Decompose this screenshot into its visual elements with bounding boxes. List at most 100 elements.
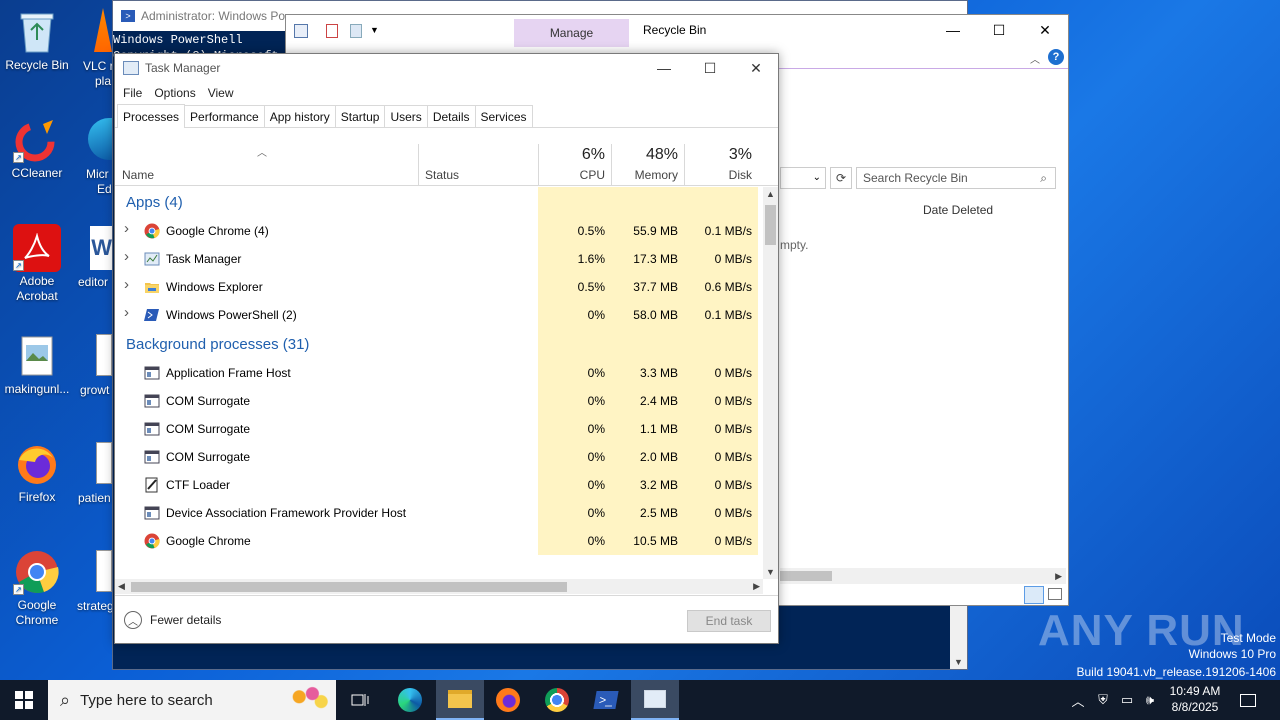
menu-file[interactable]: File <box>117 86 148 100</box>
process-name: Windows PowerShell (2) <box>166 308 297 322</box>
image-file-icon[interactable] <box>96 334 112 376</box>
chevron-right-icon[interactable]: › <box>124 220 129 237</box>
process-list[interactable]: Apps (4) 0.5% 55.9 MB 0.1 MB/s › Google Chrom… <box>115 187 763 579</box>
action-center-button[interactable] <box>1236 680 1260 720</box>
tray-security-icon[interactable]: ⛨ <box>1092 680 1114 720</box>
details-view-icon[interactable] <box>1024 586 1044 604</box>
properties-icon[interactable] <box>294 24 308 38</box>
process-row[interactable]: 0% 10.5 MB 0 MB/s Google Chrome <box>115 527 763 555</box>
chevron-right-icon[interactable]: › <box>124 276 129 293</box>
start-button[interactable] <box>0 680 48 720</box>
column-header-name[interactable]: ︿ Name <box>115 144 418 186</box>
column-date-deleted[interactable]: Date Deleted <box>923 203 993 217</box>
word-doc-icon[interactable]: W <box>90 226 112 270</box>
process-row[interactable]: 0% 2.0 MB 0 MB/s COM Surrogate <box>115 443 763 471</box>
explorer-hscroll[interactable]: ▶ <box>780 568 1066 584</box>
tray-volume-icon[interactable]: 🕪 <box>1140 680 1160 720</box>
refresh-button[interactable]: ⟳ <box>830 167 852 189</box>
menu-view[interactable]: View <box>202 86 240 100</box>
maximize-button[interactable]: ☐ <box>687 54 733 82</box>
process-row[interactable]: 1.6% 17.3 MB 0 MB/s › Task Manager <box>115 245 763 273</box>
process-row[interactable]: 0% 1.1 MB 0 MB/s COM Surrogate <box>115 415 763 443</box>
show-hidden-icons-button[interactable]: ︿ <box>1068 680 1088 720</box>
column-header-memory[interactable]: 48% Memory <box>611 144 684 186</box>
column-header-disk[interactable]: 3% Disk <box>684 144 758 186</box>
scroll-down-icon[interactable]: ▼ <box>766 567 775 577</box>
taskbar-chrome[interactable] <box>533 680 581 720</box>
process-row[interactable]: 0% 3.3 MB 0 MB/s Application Frame Host <box>115 359 763 387</box>
image-file-icon[interactable] <box>96 442 112 484</box>
process-list-vscroll[interactable]: ▲ ▼ <box>763 187 778 579</box>
process-disk-value: 0 MB/s <box>714 422 752 436</box>
minimize-button[interactable]: — <box>930 15 976 45</box>
explorer-title: Recycle Bin <box>643 23 707 37</box>
checklist-icon[interactable] <box>326 24 338 38</box>
process-row[interactable]: 0% 2.4 MB 0 MB/s COM Surrogate <box>115 387 763 415</box>
desktop-icon-firefox[interactable]: Firefox <box>0 440 74 505</box>
desktop-icon-adobe-acrobat[interactable]: ↗ Adobe Acrobat <box>0 224 74 304</box>
column-header-status[interactable]: Status <box>418 144 538 186</box>
tab-services[interactable]: Services <box>474 105 533 127</box>
taskbar-edge[interactable] <box>386 680 434 720</box>
taskbar-task-manager[interactable] <box>631 680 679 720</box>
desktop-icon-ccleaner[interactable]: ↗ CCleaner <box>0 116 74 181</box>
taskbar-clock[interactable]: 10:49 AM 8/8/2025 <box>1158 683 1232 715</box>
desktop-icon-google-chrome[interactable]: ↗ Google Chrome <box>0 548 74 628</box>
chevron-down-icon[interactable]: ▼ <box>370 25 379 35</box>
fewer-details-button[interactable]: ︿ Fewer details <box>124 611 221 629</box>
minimize-button[interactable]: — <box>641 54 687 82</box>
new-folder-icon[interactable] <box>350 24 362 38</box>
chevron-right-icon[interactable]: › <box>124 304 129 321</box>
desktop-icon-image-file[interactable]: makingunl... <box>0 332 74 397</box>
desktop-icon-recycle-bin[interactable]: Recycle Bin <box>0 8 74 73</box>
process-list-hscroll[interactable]: ◀ ▶ <box>115 579 763 594</box>
scroll-left-icon[interactable]: ◀ <box>118 581 125 592</box>
process-row[interactable]: 0% 2.5 MB 0 MB/s Device Association Framewo… <box>115 499 763 527</box>
chevron-up-icon[interactable]: ︿ <box>1030 51 1040 66</box>
desktop-icon-label: Adobe Acrobat <box>16 274 58 303</box>
address-dropdown[interactable]: ⌄ <box>780 167 826 189</box>
tab-app-history[interactable]: App history <box>263 105 336 127</box>
scroll-right-icon[interactable]: ▶ <box>1055 571 1062 582</box>
task-view-button[interactable] <box>336 680 384 720</box>
help-icon[interactable]: ? <box>1048 49 1064 65</box>
tab-users[interactable]: Users <box>384 105 428 127</box>
process-row[interactable]: 0.5% 55.9 MB 0.1 MB/s › Google Chrome (4) <box>115 217 763 245</box>
taskbar-firefox[interactable] <box>484 680 532 720</box>
process-disk-value: 0 MB/s <box>714 394 752 408</box>
taskbar-search-box[interactable]: ⌕ Type here to search <box>48 680 336 720</box>
tab-startup[interactable]: Startup <box>334 105 386 127</box>
tab-performance[interactable]: Performance <box>184 105 265 127</box>
scroll-down-icon[interactable]: ▼ <box>954 657 963 667</box>
taskbar-file-explorer[interactable] <box>436 680 484 720</box>
close-button[interactable]: ✕ <box>733 54 779 82</box>
task-manager-window[interactable]: Task Manager — ☐ ✕ File Options View Pro… <box>114 53 779 644</box>
tab-manage[interactable]: Manage <box>514 19 629 47</box>
group-header-row: Background processes (31) <box>115 329 763 359</box>
image-file-icon[interactable] <box>96 550 112 592</box>
scroll-thumb[interactable] <box>131 582 567 592</box>
process-row[interactable]: 0% 3.2 MB 0 MB/s CTF Loader <box>115 471 763 499</box>
close-button[interactable]: ✕ <box>1022 15 1068 45</box>
tab-processes[interactable]: Processes <box>117 104 186 128</box>
edge-icon[interactable] <box>88 118 114 160</box>
quick-access-toolbar[interactable]: ▼ <box>292 21 382 43</box>
thumbnail-view-icon[interactable] <box>1048 588 1062 600</box>
taskbar-powershell[interactable]: >_ <box>582 680 630 720</box>
end-task-button[interactable]: End task <box>687 610 771 632</box>
scroll-thumb[interactable] <box>765 205 776 245</box>
chevron-right-icon[interactable]: › <box>124 248 129 265</box>
scroll-right-icon[interactable]: ▶ <box>753 581 760 592</box>
vlc-icon[interactable] <box>94 8 112 52</box>
process-row[interactable]: 0% 58.0 MB 0.1 MB/s › Windows PowerShell (2) <box>115 301 763 329</box>
maximize-button[interactable]: ☐ <box>976 15 1022 45</box>
process-row[interactable]: 0.5% 37.7 MB 0.6 MB/s › Windows Explorer <box>115 273 763 301</box>
column-header-cpu[interactable]: 6% CPU <box>538 144 611 186</box>
scroll-up-icon[interactable]: ▲ <box>766 189 775 199</box>
scroll-thumb[interactable] <box>780 571 832 581</box>
menu-options[interactable]: Options <box>148 86 201 100</box>
tab-details[interactable]: Details <box>426 105 476 127</box>
search-input[interactable]: Search Recycle Bin ⌕ <box>856 167 1056 189</box>
usage-cell: 0% <box>538 301 611 329</box>
tray-network-icon[interactable]: ▭ <box>1116 680 1138 720</box>
